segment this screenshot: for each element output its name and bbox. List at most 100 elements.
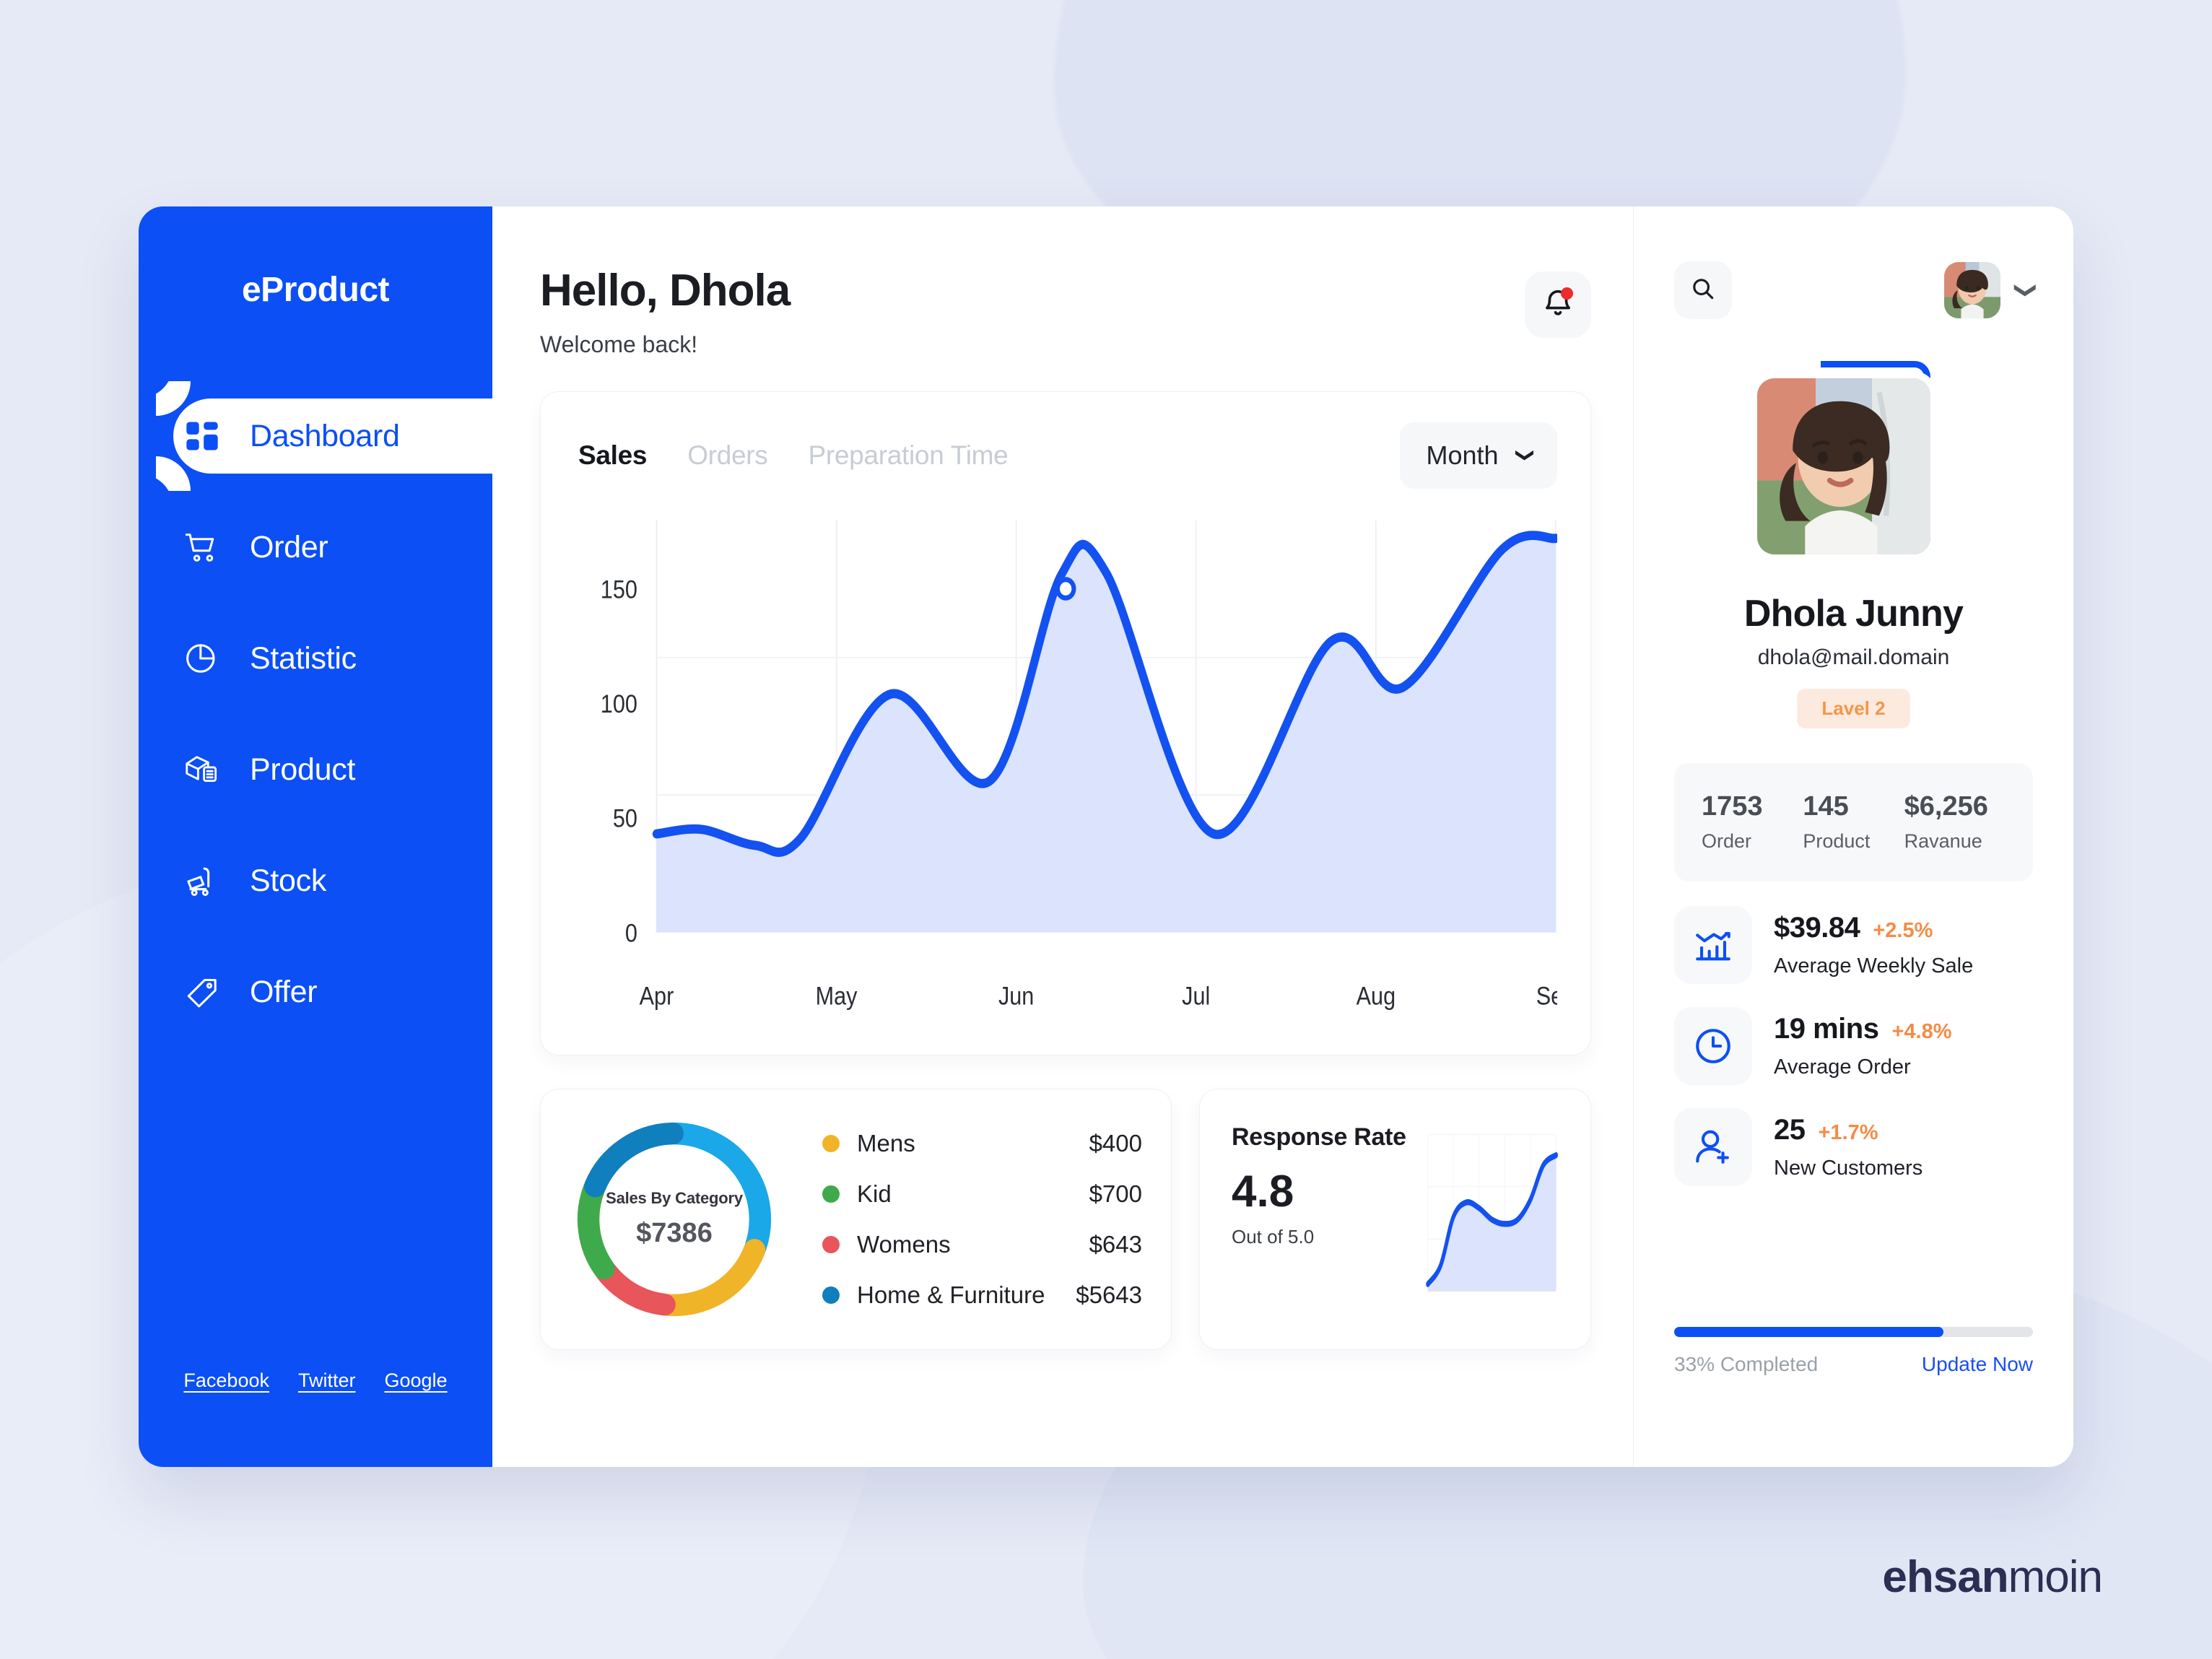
- legend-color-dot: [822, 1134, 840, 1152]
- sidebar-item-dashboard[interactable]: Dashboard: [139, 364, 530, 508]
- metric-body: $39.84 +2.5% Average Weekly Sale: [1774, 912, 1973, 978]
- sales-area-chart: 0 50 100 150 Apr May Jun Jul Aug Sep: [570, 513, 1557, 1033]
- svg-text:50: 50: [613, 804, 637, 832]
- metric-new-customers: 25 +1.7% New Customers: [1674, 1108, 2033, 1186]
- right-panel-header: ❮: [1674, 261, 2036, 319]
- response-rate-sparkline: [1425, 1130, 1559, 1296]
- box-list-icon: [183, 751, 221, 788]
- legend-item-home-furniture: Home & Furniture $5643: [822, 1274, 1142, 1316]
- social-link-twitter[interactable]: Twitter: [298, 1370, 356, 1392]
- bar-chart-up-icon: [1674, 906, 1752, 984]
- metric-average-order: 19 mins +4.8% Average Order: [1674, 1007, 2033, 1085]
- metric-caption: New Customers: [1774, 1157, 1923, 1180]
- sales-by-category-card: Sales By Category $7386 Mens $400 Kid $7…: [540, 1088, 1172, 1350]
- clock-icon: [1674, 1007, 1752, 1085]
- svg-text:Apr: Apr: [640, 982, 674, 1010]
- response-rate-outof: Out of 5.0: [1232, 1226, 1315, 1248]
- legend-item-womens: Womens $643: [822, 1224, 1142, 1266]
- sidebar-item-label: Offer: [250, 974, 318, 1009]
- sidebar-item-stock[interactable]: Stock: [139, 843, 492, 918]
- tab-sales[interactable]: Sales: [578, 440, 648, 471]
- sidebar-item-product[interactable]: Product: [139, 732, 492, 807]
- metric-value: 25: [1774, 1114, 1806, 1146]
- brand-logo: eProduct: [241, 271, 390, 309]
- update-now-link[interactable]: Update Now: [1922, 1353, 2033, 1376]
- status-badge: Lavel 2: [1797, 689, 1910, 728]
- sidebar-item-label: Stock: [250, 863, 327, 898]
- chart-card-header: Sales Orders Preparation Time Month ❮: [570, 422, 1557, 489]
- metric-value: $39.84: [1774, 912, 1860, 944]
- sidebar-item-offer[interactable]: Offer: [139, 954, 492, 1029]
- search-icon: [1689, 275, 1717, 306]
- metric-header: 25 +1.7%: [1774, 1114, 1923, 1146]
- social-link-facebook[interactable]: Facebook: [183, 1370, 269, 1392]
- chevron-down-icon: ❮: [1512, 448, 1533, 463]
- right-panel: ❮ Dhola Junny dhola@mail.domain Lavel 2 …: [1633, 206, 2073, 1467]
- profile-progress: 33% Completed Update Now: [1674, 1327, 2033, 1376]
- social-link-google[interactable]: Google: [385, 1370, 448, 1392]
- metric-header: 19 mins +4.8%: [1774, 1013, 1952, 1045]
- user-plus-icon: [1674, 1108, 1752, 1186]
- tab-orders[interactable]: Orders: [687, 440, 768, 471]
- legend-label: Kid: [857, 1180, 892, 1207]
- legend-value: $700: [1089, 1180, 1142, 1207]
- metric-delta: +2.5%: [1873, 919, 1933, 942]
- progress-bar: [1674, 1327, 2033, 1337]
- svg-text:100: 100: [601, 689, 637, 718]
- progress-row: 33% Completed Update Now: [1674, 1353, 2033, 1376]
- sidebar-item-label: Order: [250, 529, 328, 565]
- tab-preparation-time[interactable]: Preparation Time: [808, 440, 1008, 471]
- legend-color-dot: [822, 1185, 840, 1203]
- metric-delta: +1.7%: [1818, 1121, 1878, 1144]
- metric-header: $39.84 +2.5%: [1774, 912, 1973, 944]
- notifications-button[interactable]: [1525, 271, 1591, 338]
- period-select-value: Month: [1426, 440, 1499, 470]
- metric-delta: +4.8%: [1891, 1020, 1952, 1043]
- chevron-down-icon: ❮: [2011, 281, 2036, 300]
- metric-body: 19 mins +4.8% Average Order: [1774, 1013, 1952, 1079]
- watermark: ehsanmoin: [1882, 1551, 2103, 1603]
- page-header: Hello, Dhola Welcome back!: [540, 266, 1591, 358]
- legend-value: $5643: [1076, 1281, 1142, 1308]
- sidebar: eProduct Dashboard Order Statistic Produ…: [139, 206, 530, 1467]
- stat-value: 145: [1803, 791, 1849, 822]
- legend-value: $643: [1089, 1230, 1142, 1258]
- sidebar-item-label: Statistic: [250, 640, 357, 676]
- legend-color-dot: [822, 1286, 840, 1304]
- response-rate-score: 4.8: [1232, 1167, 1294, 1217]
- sidebar-item-label: Dashboard: [250, 418, 400, 453]
- sidebar-item-order[interactable]: Order: [139, 510, 492, 585]
- stat-value: 1753: [1702, 791, 1763, 822]
- stat-label: Order: [1702, 830, 1752, 852]
- sidebar-social-links: Facebook Twitter Google: [139, 1370, 492, 1392]
- main-content: Hello, Dhola Welcome back! Sales Orders: [492, 206, 1633, 1467]
- category-legend: Mens $400 Kid $700 Womens $643 Home & Fu…: [805, 1123, 1142, 1316]
- period-select[interactable]: Month ❮: [1400, 422, 1557, 489]
- metrics-list: $39.84 +2.5% Average Weekly Sale 19 mins…: [1674, 906, 2033, 1186]
- metric-value: 19 mins: [1774, 1013, 1879, 1045]
- stat-revenue: $6,256 Ravanue: [1904, 793, 2006, 853]
- legend-label: Home & Furniture: [857, 1281, 1045, 1308]
- app-window: eProduct Dashboard Order Statistic Produ…: [139, 206, 2073, 1467]
- svg-text:Jul: Jul: [1182, 982, 1210, 1010]
- metric-caption: Average Weekly Sale: [1774, 954, 1974, 977]
- legend-item-mens: Mens $400: [822, 1123, 1142, 1164]
- search-button[interactable]: [1674, 261, 1732, 319]
- stat-label: Product: [1803, 830, 1871, 852]
- notification-badge: [1561, 287, 1573, 300]
- chart-tabs: Sales Orders Preparation Time: [570, 440, 1009, 471]
- sidebar-item-statistic[interactable]: Statistic: [139, 621, 492, 696]
- sidebar-nav: Dashboard Order Statistic Product Stock …: [139, 364, 530, 1029]
- legend-value: $400: [1089, 1129, 1142, 1157]
- svg-text:0: 0: [625, 919, 637, 947]
- svg-text:May: May: [816, 982, 858, 1010]
- profile-stats: 1753 Order 145 Product $6,256 Ravanue: [1674, 763, 2033, 881]
- grid-icon: [183, 417, 221, 455]
- donut-center-text: Sales By Category $7386: [570, 1115, 779, 1324]
- pie-chart-icon: [183, 640, 221, 677]
- sidebar-item-label: Product: [250, 752, 356, 787]
- stat-order: 1753 Order: [1702, 793, 1803, 853]
- cart-icon: [183, 528, 221, 566]
- metric-average-weekly-sale: $39.84 +2.5% Average Weekly Sale: [1674, 906, 2033, 984]
- user-menu[interactable]: ❮: [1943, 262, 2036, 318]
